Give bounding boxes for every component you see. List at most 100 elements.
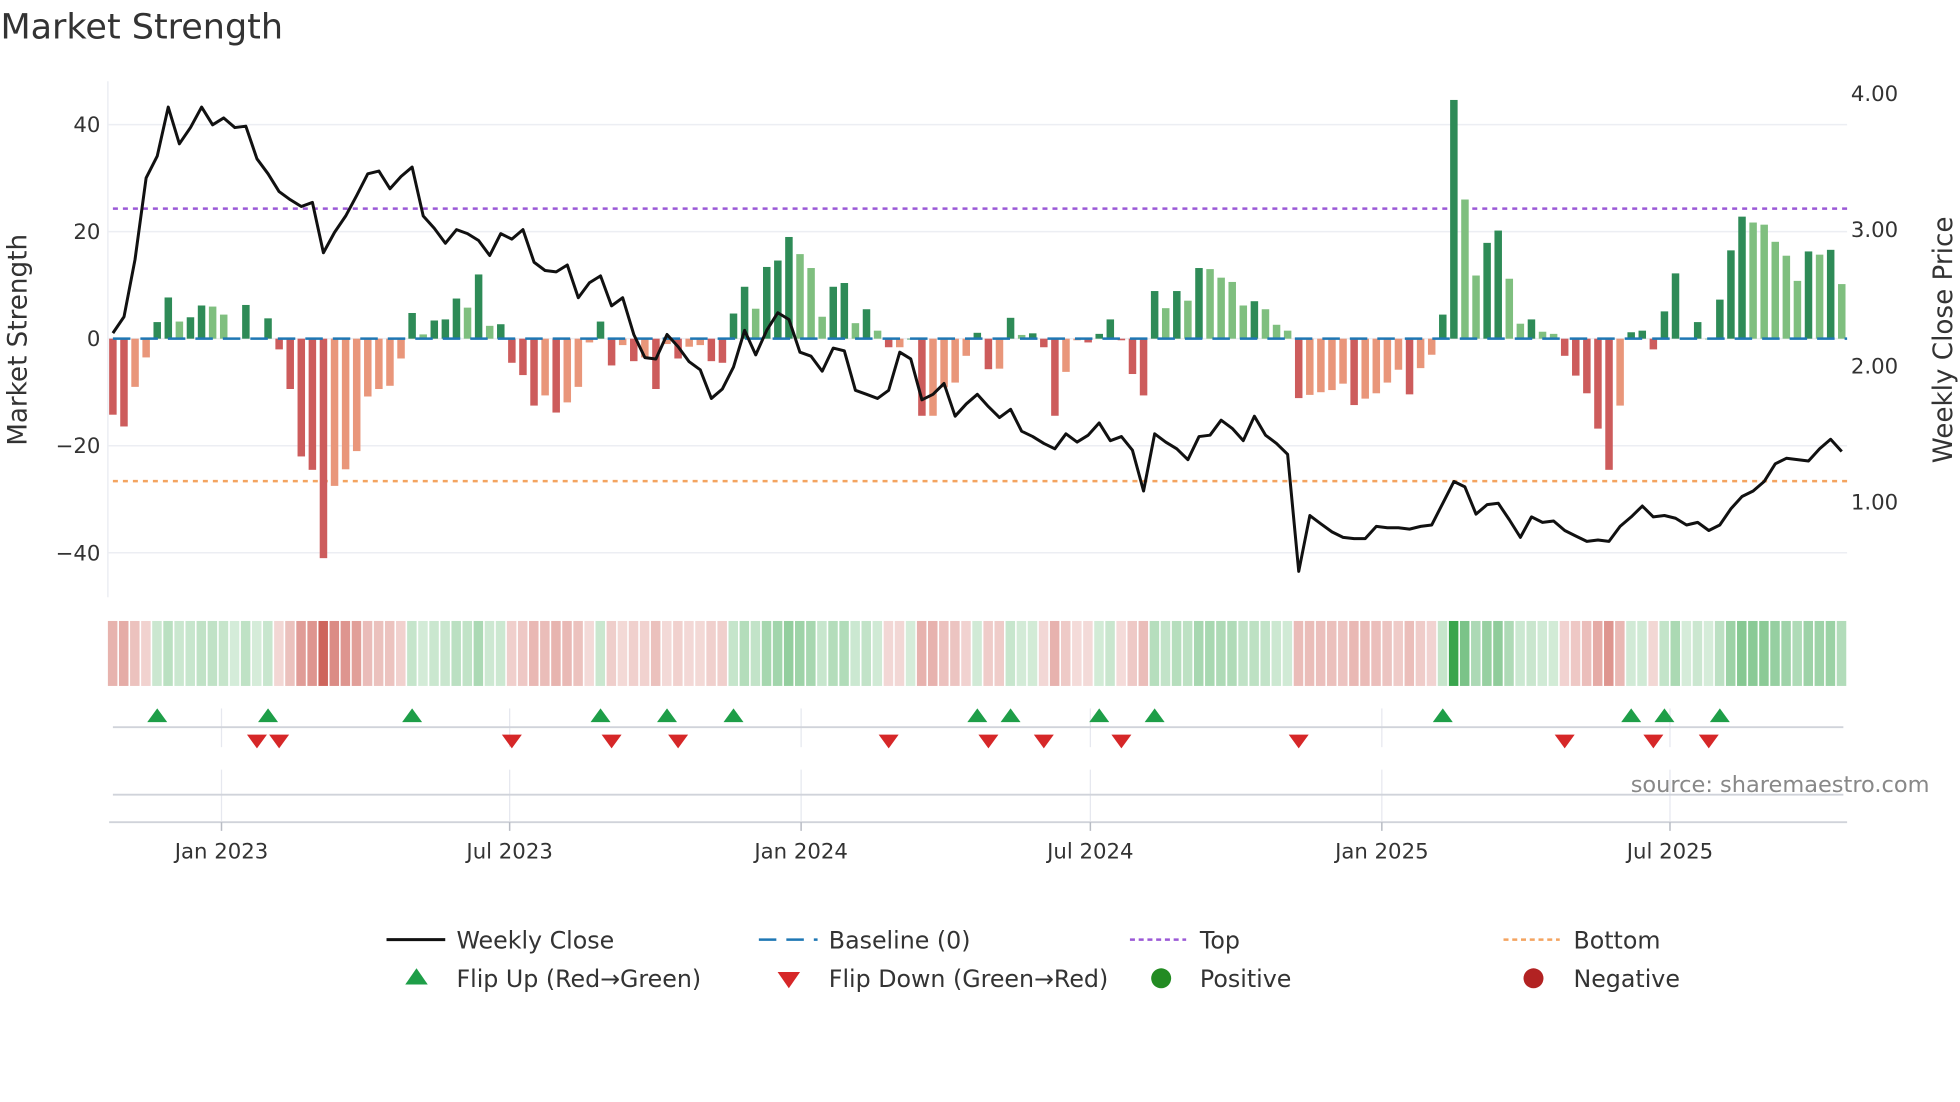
- strength-bar: [308, 338, 317, 470]
- heat-cell: [1038, 620, 1049, 686]
- y-tick-label: −20: [56, 434, 101, 459]
- heat-cell: [1304, 620, 1315, 686]
- heat-cell: [1238, 620, 1248, 686]
- heat-cell: [783, 620, 794, 686]
- strength-bar: [1461, 199, 1469, 339]
- chart-title: Market Strength: [0, 8, 283, 48]
- strength-bar: [1738, 216, 1746, 339]
- flip-up-marker: [1144, 708, 1165, 723]
- heat-cell: [1149, 620, 1160, 686]
- strength-bar: [1294, 338, 1303, 399]
- heat-cell: [274, 620, 284, 686]
- heat-cell: [939, 620, 949, 686]
- strength-bar: [1161, 308, 1170, 339]
- strength-bar: [463, 307, 472, 339]
- flip-down-marker: [1288, 734, 1309, 749]
- heat-cell: [1060, 620, 1071, 686]
- heat-cell: [1094, 620, 1104, 686]
- strength-bar: [1439, 314, 1447, 339]
- heat-cell: [1049, 620, 1060, 686]
- heat-cell: [329, 620, 340, 686]
- strength-bar: [1361, 338, 1369, 399]
- strength-bar: [1660, 311, 1669, 339]
- strength-bar: [918, 338, 926, 416]
- heat-cell: [1216, 620, 1226, 686]
- strength-bar: [851, 323, 860, 339]
- strength-bar: [1350, 338, 1358, 406]
- flip-up-marker: [1654, 708, 1675, 723]
- strength-bar: [929, 338, 937, 416]
- flip-down-marker: [601, 734, 622, 749]
- heat-cell: [1703, 620, 1714, 686]
- y2-tick-label: 2.00: [1851, 354, 1898, 379]
- heat-cell: [1249, 620, 1259, 686]
- heat-cell: [617, 620, 628, 686]
- strength-bar: [1173, 291, 1181, 339]
- heat-cell: [1825, 620, 1836, 686]
- flip-up-marker: [1000, 708, 1021, 723]
- strength-bar: [275, 338, 283, 350]
- strength-bar: [1317, 338, 1325, 393]
- legend: Weekly Close Baseline (0) Top Bottom Flip Up…: [386, 926, 1680, 993]
- strength-bar: [1250, 301, 1259, 339]
- strength-bar: [120, 338, 128, 427]
- strength-bar: [519, 338, 527, 376]
- heat-cell: [506, 620, 517, 686]
- strength-bar: [408, 312, 416, 339]
- strength-bar: [1040, 338, 1048, 348]
- x-tick-label: Jul 2023: [464, 839, 552, 864]
- heat-cell: [240, 620, 251, 686]
- strength-bar: [1560, 338, 1569, 356]
- strength-bar: [530, 338, 538, 406]
- y2-axis-label: Weekly Close Price: [1929, 217, 1959, 464]
- heat-cell: [1016, 620, 1027, 686]
- heat-cell: [972, 620, 982, 686]
- heat-cell: [1670, 620, 1681, 686]
- heat-cell: [1526, 620, 1536, 686]
- heat-cell: [1382, 620, 1392, 686]
- strength-bar: [364, 338, 372, 397]
- heat-cell: [1493, 620, 1503, 686]
- strength-bar: [1217, 277, 1225, 339]
- strength-bar: [508, 338, 516, 363]
- strength-bar: [1749, 222, 1757, 339]
- flip-down-marker: [246, 734, 267, 749]
- heat-cell: [1637, 620, 1647, 686]
- strength-bars: [109, 99, 1848, 559]
- heat-cell: [1393, 620, 1403, 686]
- heat-cell: [750, 620, 761, 686]
- heat-cell: [1193, 620, 1204, 686]
- y-tick-label: −40: [56, 541, 101, 566]
- strength-bar: [452, 298, 461, 339]
- strength-bar: [497, 324, 505, 339]
- heat-cell: [1515, 620, 1525, 686]
- strength-bar: [1494, 230, 1502, 339]
- heat-cell: [1759, 620, 1769, 686]
- strength-bar: [1372, 338, 1381, 394]
- strength-bar: [1605, 338, 1613, 470]
- strength-bar: [485, 325, 494, 339]
- flip-up-marker: [1621, 708, 1642, 723]
- heat-cell: [440, 620, 450, 686]
- strength-bar: [1150, 291, 1159, 339]
- heat-cell: [1459, 620, 1470, 686]
- heat-cell: [1615, 620, 1625, 686]
- flip-up-marker: [1709, 708, 1730, 723]
- heat-cell: [218, 620, 229, 686]
- strength-bar: [352, 338, 361, 452]
- heat-cell: [828, 620, 838, 686]
- x-tick-label: Jul 2025: [1625, 839, 1713, 864]
- heat-cell: [340, 620, 351, 686]
- strength-bar: [574, 338, 583, 387]
- strength-bar: [1450, 99, 1458, 339]
- heat-cell: [1371, 620, 1381, 686]
- strength-bar: [1051, 338, 1059, 416]
- heat-cell: [1737, 620, 1747, 686]
- heat-cell: [163, 620, 173, 686]
- y-tick-label: 40: [73, 113, 100, 138]
- strength-bar: [951, 338, 959, 383]
- strength-bar: [219, 314, 228, 339]
- strength-bar: [718, 338, 727, 363]
- strength-bar: [197, 305, 206, 339]
- strength-bar: [1815, 254, 1824, 339]
